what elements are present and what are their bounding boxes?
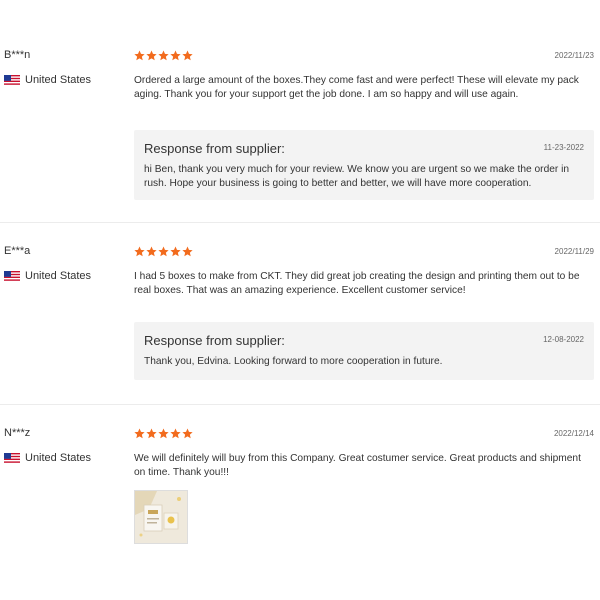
reviewer-info: B***n United States (4, 48, 129, 86)
star-icon (158, 50, 169, 61)
review-item: E***a United States 2022/11/29 I had 5 b… (0, 236, 600, 404)
star-icon (134, 246, 145, 257)
star-icon (146, 50, 157, 61)
us-flag-icon (4, 270, 20, 282)
us-flag-icon (4, 74, 20, 86)
star-icon (182, 50, 193, 61)
star-icon (170, 428, 181, 439)
reviewer-info: E***a United States (4, 244, 129, 282)
star-icon (158, 428, 169, 439)
star-icon (182, 246, 193, 257)
reviewer-name: E***a (4, 245, 31, 257)
review-text: We will definitely will buy from this Co… (134, 453, 581, 478)
rating-stars (134, 246, 193, 257)
supplier-response: Response from supplier: 12-08-2022 Thank… (134, 322, 594, 380)
response-title: Response from supplier: (144, 141, 285, 156)
response-text: Thank you, Edvina. Looking forward to mo… (144, 356, 443, 367)
country-label: United States (25, 270, 92, 282)
star-icon (170, 50, 181, 61)
response-date: 11-23-2022 (543, 143, 584, 152)
star-icon (134, 428, 145, 439)
review-divider (0, 222, 600, 223)
response-date: 12-08-2022 (543, 335, 584, 344)
reviewer-country: United States (4, 270, 91, 282)
supplier-response: Response from supplier: 11-23-2022 hi Be… (134, 130, 594, 200)
star-icon (170, 246, 181, 257)
review-date: 2022/12/14 (553, 429, 594, 438)
photo-thumbnail (135, 491, 187, 543)
star-icon (146, 428, 157, 439)
country-label: United States (25, 452, 92, 464)
reviewer-info: N***z United States (4, 426, 129, 464)
us-flag-icon (4, 452, 20, 464)
reviewer-country: United States (4, 74, 91, 86)
review-item: B***n United States 2022/11/23 Ordered a… (0, 40, 600, 220)
star-icon (146, 246, 157, 257)
star-icon (134, 50, 145, 61)
star-icon (158, 246, 169, 257)
country-label: United States (25, 74, 92, 86)
review-text: Ordered a large amount of the boxes.They… (134, 75, 579, 100)
review-photo[interactable] (134, 490, 188, 544)
review-item: N***z United States 2022/12/14 We will d… (0, 418, 600, 598)
reviewer-name: N***z (4, 427, 31, 439)
review-text: I had 5 boxes to make from CKT. They did… (134, 271, 580, 296)
rating-stars (134, 50, 193, 61)
response-title: Response from supplier: (144, 333, 285, 348)
review-date: 2022/11/23 (554, 51, 594, 60)
rating-stars (134, 428, 193, 439)
review-date: 2022/11/29 (554, 247, 594, 256)
reviewer-country: United States (4, 452, 91, 464)
reviewer-name: B***n (4, 49, 31, 61)
star-icon (182, 428, 193, 439)
review-divider (0, 404, 600, 405)
response-text: hi Ben, thank you very much for your rev… (144, 164, 570, 189)
